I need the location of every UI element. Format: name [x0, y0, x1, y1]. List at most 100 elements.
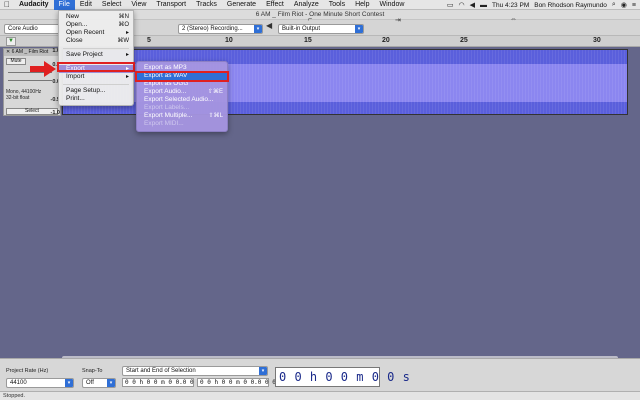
audio-position-display[interactable]: 0 0 h 0 0 m 0 0 s: [275, 367, 410, 387]
play-at-speed-icon[interactable]: ▼: [6, 37, 16, 46]
menu-tools[interactable]: Tools: [324, 0, 350, 10]
menu-item-label: Export as MP3: [144, 64, 187, 71]
chevron-down-icon: ▾: [107, 379, 115, 387]
menu-shortcut: ⌘N: [118, 14, 129, 20]
menu-item-label: Export Selected Audio...: [144, 96, 214, 103]
ruler-tick: 5: [147, 37, 151, 44]
menu-item-new[interactable]: New ⌘N: [59, 13, 133, 21]
menu-item-label: Export Multiple...: [144, 112, 193, 119]
menu-item-export-mp3[interactable]: Export as MP3: [137, 64, 227, 72]
menu-shortcut: ⇧⌘E: [207, 89, 223, 95]
menu-help[interactable]: Help: [350, 0, 374, 10]
menu-item-export[interactable]: Export ▸: [59, 65, 133, 73]
menu-view[interactable]: View: [126, 0, 151, 10]
menu-item-open[interactable]: Open... ⌘O: [59, 21, 133, 29]
menu-select[interactable]: Select: [97, 0, 126, 10]
menu-separator: [63, 48, 129, 49]
menu-effect[interactable]: Effect: [261, 0, 289, 10]
control-center-icon[interactable]: ◉: [621, 1, 627, 9]
chevron-right-icon: ▸: [125, 30, 129, 36]
selection-mode-value: Start and End of Selection: [126, 368, 196, 374]
menu-item-export-audio[interactable]: Export Audio... ⇧⌘E: [137, 88, 227, 96]
menu-item-open-recent[interactable]: Open Recent ▸: [59, 29, 133, 37]
battery-icon[interactable]: ▬: [480, 2, 487, 9]
annotation-arrow-icon: [30, 61, 56, 77]
menu-transport[interactable]: Transport: [151, 0, 191, 10]
menu-item-label: Export Labels...: [144, 104, 190, 111]
export-submenu: Export as MP3 Export as WAV Export as OG…: [136, 61, 228, 132]
menu-item-label: New: [66, 13, 80, 20]
project-rate-value: 44100: [10, 380, 27, 386]
ruler-tick: 10: [225, 37, 233, 44]
menu-audacity[interactable]: Audacity: [14, 0, 54, 10]
clock[interactable]: Thu 4:23 PM: [492, 2, 529, 9]
screen-icon[interactable]: ▭: [447, 1, 454, 9]
menu-item-label: Print...: [66, 95, 85, 102]
search-icon[interactable]: ⌕: [612, 1, 616, 9]
chevron-down-icon: ▾: [355, 25, 363, 33]
chevron-down-icon: ▾: [259, 367, 267, 375]
track-name: 6 AM _ Film Riot: [11, 49, 49, 55]
selection-mode-select[interactable]: Start and End of Selection ▾: [122, 366, 268, 376]
menu-item-label: Export: [66, 65, 85, 72]
volume-icon[interactable]: ◀: [470, 1, 475, 9]
apple-icon[interactable]: : [0, 0, 14, 9]
menu-generate[interactable]: Generate: [222, 0, 261, 10]
menu-item-export-midi: Export MIDI...: [137, 120, 227, 128]
menu-item-label: Open...: [66, 21, 88, 28]
mute-button[interactable]: Mute: [6, 58, 26, 65]
menubar-status-area: ▭ ◠ ◀ ▬ Thu 4:23 PM Bon Rhodson Raymundo…: [447, 0, 636, 10]
menu-item-export-multiple[interactable]: Export Multiple... ⇧⌘L: [137, 112, 227, 120]
menu-item-label: Export MIDI...: [144, 120, 184, 127]
menu-item-export-ogg[interactable]: Export as OGG: [137, 80, 227, 88]
project-rate-label: Project Rate (Hz): [6, 368, 49, 374]
audio-host-select[interactable]: Core Audio: [4, 24, 60, 34]
mac-menubar:  Audacity File Edit Select View Transpo…: [0, 0, 640, 10]
selection-start-time[interactable]: 0 0 h 0 0 m 0 0.0 0 0 s: [122, 378, 208, 387]
menu-item-label: Export as OGG: [144, 80, 189, 87]
menu-separator: [63, 84, 129, 85]
menu-shortcut: ⌘W: [117, 38, 129, 44]
menu-item-import[interactable]: Import ▸: [59, 73, 133, 81]
snap-to-value: Off: [86, 380, 94, 386]
menu-item-close[interactable]: Close ⌘W: [59, 37, 133, 45]
menu-separator: [63, 62, 129, 63]
chevron-down-icon: ▾: [254, 25, 262, 33]
menu-window[interactable]: Window: [375, 0, 410, 10]
menu-item-label: Export Audio...: [144, 88, 187, 95]
menu-item-print[interactable]: Print...: [59, 95, 133, 103]
list-icon[interactable]: ≡: [632, 2, 636, 9]
output-device-select[interactable]: Built-in Output ▾: [278, 24, 364, 34]
menu-file[interactable]: File: [53, 0, 75, 10]
snap-to-select[interactable]: Off ▾: [82, 378, 116, 388]
menu-item-export-selected-audio[interactable]: Export Selected Audio...: [137, 96, 227, 104]
audio-host-value: Core Audio: [8, 26, 38, 32]
wifi-icon[interactable]: ◠: [459, 1, 465, 9]
ruler-tick: 25: [460, 37, 468, 44]
menu-item-label: Import: [66, 73, 85, 80]
recording-channels-select[interactable]: 2 (Stereo) Recording... ▾: [178, 24, 263, 34]
ruler-tick: 20: [382, 37, 390, 44]
track-format-info: Mono, 44100Hz 32-bit float: [6, 89, 41, 101]
snap-to-label: Snap-To: [82, 368, 103, 374]
zoom-fit-icon[interactable]: ⇔: [510, 16, 517, 23]
track-format-depth: 32-bit float: [6, 95, 30, 101]
chevron-right-icon: ▸: [125, 52, 129, 58]
menu-item-export-labels: Export Labels...: [137, 104, 227, 112]
trim-tool-icon[interactable]: ⇥: [395, 16, 401, 24]
menu-item-export-wav[interactable]: Export as WAV: [137, 72, 227, 80]
menu-tracks[interactable]: Tracks: [191, 0, 222, 10]
scale-label: -1.0: [50, 110, 60, 116]
menu-item-page-setup[interactable]: Page Setup...: [59, 87, 133, 95]
user-name[interactable]: Bon Rhodson Raymundo: [534, 2, 607, 9]
menu-analyze[interactable]: Analyze: [289, 0, 324, 10]
close-icon[interactable]: ✕: [6, 49, 10, 55]
menu-item-save-project[interactable]: Save Project ▸: [59, 51, 133, 59]
selection-end-time[interactable]: 0 0 h 0 0 m 0 0.0 0 0 s: [197, 378, 283, 387]
envelope-tool-icon[interactable]: ⌐: [308, 16, 312, 23]
project-rate-select[interactable]: 44100 ▾: [6, 378, 74, 388]
menu-edit[interactable]: Edit: [75, 0, 97, 10]
menu-item-label: Save Project: [66, 51, 103, 58]
status-bar: Stopped.: [0, 391, 640, 400]
chevron-down-icon: ▾: [65, 379, 73, 387]
